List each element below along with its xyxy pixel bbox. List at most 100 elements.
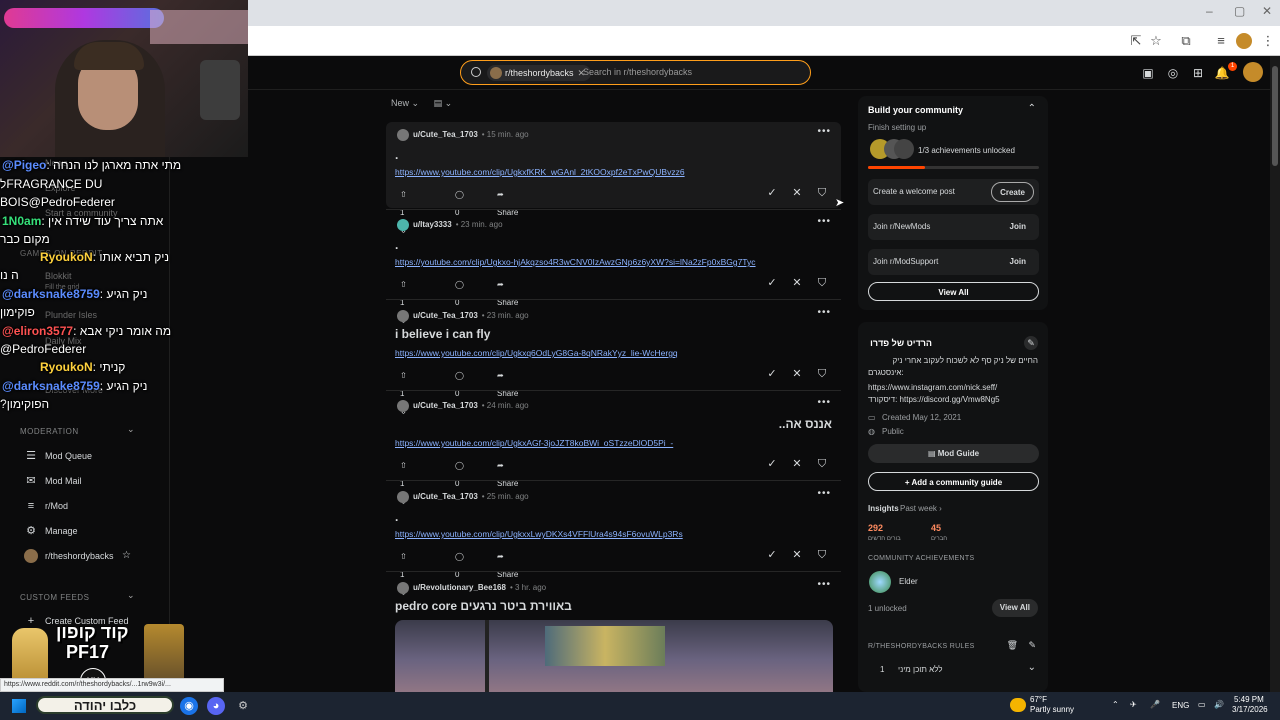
wifi-icon[interactable]: ▭ (1198, 700, 1206, 709)
sidebar-item-mod-queue[interactable]: ☰ Mod Queue (20, 445, 150, 467)
sidebar-item-mod-mail[interactable]: ✉ Mod Mail (20, 470, 150, 492)
upvote-button[interactable]: ⇧ 1 ⇩ (400, 457, 407, 506)
task-welcome-post[interactable]: Create a welcome post Create (868, 179, 1039, 205)
approve-icon[interactable]: ✓ (765, 186, 779, 199)
approve-icon[interactable]: ✓ (765, 276, 779, 289)
chat-icon[interactable]: ◎ (1165, 65, 1181, 81)
share-button[interactable]: ➦ Share (497, 186, 518, 217)
chevron-down-icon[interactable]: ⌄ (1028, 662, 1036, 673)
post-link[interactable]: https://www.youtube.com/clip/UgkxxLwyDKX… (395, 529, 683, 539)
reading-list-icon[interactable]: ≡ (1213, 33, 1229, 49)
advertise-icon[interactable]: ▣ (1140, 65, 1156, 81)
approve-icon[interactable]: ✓ (765, 457, 779, 470)
add-guide-button[interactable]: + Add a community guide (868, 472, 1039, 491)
post-author[interactable]: u/Cute_Tea_1703 • 23 min. ago (397, 309, 529, 323)
custom-feeds-section-label[interactable]: CUSTOM FEEDS (20, 593, 89, 602)
shield-icon[interactable]: ⛉ (815, 549, 829, 562)
remove-icon[interactable]: ✕ (790, 457, 804, 470)
post-card[interactable]: u/Cute_Tea_1703 • 24 min. ago ••• אננס אה… (386, 393, 841, 506)
comments-button[interactable]: ◯ 0 (455, 186, 464, 217)
post-link[interactable]: https://youtube.com/clip/Ugkxo-hjAkqzso4… (395, 257, 756, 267)
more-options-icon[interactable]: ••• (817, 397, 831, 408)
remove-icon[interactable]: ✕ (790, 276, 804, 289)
comments-button[interactable]: ◯ 0 (455, 548, 464, 579)
clock-date[interactable]: 3/17/2026 (1232, 705, 1268, 714)
sidebar-item-subreddit[interactable]: r/theshordybacks ☆ (20, 545, 150, 567)
remove-icon[interactable]: ✕ (790, 548, 804, 561)
post-title[interactable]: . (395, 148, 398, 162)
language-indicator[interactable]: ENG (1172, 701, 1189, 710)
shield-icon[interactable]: ⛉ (815, 458, 829, 471)
chevron-down-icon[interactable]: ⌄ (127, 590, 135, 601)
edit-icon[interactable]: ✎ (1024, 336, 1038, 350)
post-card[interactable]: u/Revolutionary_Bee168 • 3 hr. ago ••• pe… (386, 575, 841, 692)
upvote-button[interactable]: ⇧ 1 ⇩ (400, 276, 407, 325)
weather-desc[interactable]: Partly sunny (1030, 705, 1074, 714)
share-button[interactable]: ➦ Share (497, 457, 518, 488)
share-button[interactable]: ➦ Share (497, 367, 518, 398)
post-image[interactable] (395, 620, 833, 692)
comments-button[interactable]: ◯ 0 (455, 367, 464, 398)
post-card[interactable]: u/Cute_Tea_1703 • 23 min. ago ••• i belie… (386, 303, 841, 416)
view-toggle-icon[interactable]: ▤ ⌄ (434, 98, 453, 108)
more-options-icon[interactable]: ••• (817, 216, 831, 227)
share-button[interactable]: ➦ Share (497, 276, 518, 307)
scrollbar-thumb[interactable] (1272, 66, 1278, 166)
post-link[interactable]: https://www.youtube.com/clip/UgkxAGf-3jo… (395, 438, 673, 448)
view-all-button[interactable]: View All (868, 282, 1039, 301)
upvote-button[interactable]: ⇧ 1 ⇩ (400, 367, 407, 416)
post-card[interactable]: u/Cute_Tea_1703 • 15 min. ago ••• . https… (386, 122, 841, 235)
profile-avatar[interactable] (1236, 33, 1252, 49)
post-title[interactable]: i believe i can fly (395, 327, 490, 341)
post-link[interactable]: https://www.youtube.com/clip/UgkxfKRK_wG… (395, 167, 685, 177)
discord-link[interactable]: דיסקורד: https://discord.gg/Vmw8Ng5 (868, 395, 1000, 404)
shield-icon[interactable]: ⛉ (815, 368, 829, 381)
page-scrollbar[interactable] (1270, 56, 1280, 692)
close-window-icon[interactable]: ✕ (1262, 4, 1272, 18)
comments-button[interactable]: ◯ 0 (455, 457, 464, 488)
remove-icon[interactable]: ✕ (790, 186, 804, 199)
more-options-icon[interactable]: ••• (817, 307, 831, 318)
maximize-icon[interactable]: ▢ (1234, 4, 1245, 18)
approve-icon[interactable]: ✓ (765, 548, 779, 561)
windows-start-icon[interactable] (12, 699, 26, 713)
post-title[interactable]: pedro core באווירת ביטר נרגעים (395, 599, 572, 613)
approve-icon[interactable]: ✓ (765, 367, 779, 380)
post-author[interactable]: u/Cute_Tea_1703 • 25 min. ago (397, 490, 529, 504)
tray-overflow-icon[interactable]: ⌃ (1112, 700, 1119, 709)
post-title[interactable]: . (395, 510, 398, 524)
post-title[interactable]: . (395, 238, 398, 252)
more-options-icon[interactable]: ••• (817, 126, 831, 137)
instagram-link[interactable]: https://www.instagram.com/nick.seff/ (868, 383, 997, 392)
mic-icon[interactable]: 🎤 (1150, 700, 1160, 709)
create-post-icon[interactable]: ⊞ (1190, 65, 1206, 81)
chevron-up-icon[interactable]: ⌄ (127, 424, 135, 435)
sort-dropdown[interactable]: New ⌄ (391, 98, 419, 108)
remove-icon[interactable]: ✕ (790, 367, 804, 380)
sidebar-item-manage[interactable]: ⚙ Manage (20, 520, 150, 542)
weather-temp[interactable]: 67°F (1030, 695, 1047, 704)
sidebar-item-r-mod[interactable]: ≡ r/Mod (20, 495, 150, 517)
create-button[interactable]: Create (991, 182, 1034, 202)
join-button[interactable]: Join (1002, 217, 1034, 237)
post-author[interactable]: u/Itay3333 • 23 min. ago (397, 218, 503, 232)
post-card[interactable]: u/Itay3333 • 23 min. ago ••• . https://yo… (386, 212, 841, 325)
task-join-newmods[interactable]: Join r/NewMods Join (868, 214, 1039, 240)
settings-icon[interactable]: ⚙ (234, 697, 252, 715)
moderation-section-label[interactable]: MODERATION (20, 427, 79, 436)
more-options-icon[interactable]: ••• (817, 579, 831, 590)
task-join-modsupport[interactable]: Join r/ModSupport Join (868, 249, 1039, 275)
edit-rules-icon[interactable]: ✎ (1028, 640, 1036, 651)
cast-icon[interactable]: ⇱ (1128, 33, 1144, 49)
search-bar[interactable]: r/theshordybacks ✕ Search in r/theshordyb… (460, 60, 811, 85)
more-options-icon[interactable]: ••• (817, 488, 831, 499)
star-icon[interactable]: ☆ (122, 545, 131, 567)
collapse-icon[interactable]: ⌃ (1028, 103, 1036, 114)
chrome-icon[interactable]: ◉ (180, 697, 198, 715)
volume-icon[interactable]: 🔊 (1214, 700, 1224, 709)
insights-period[interactable]: Past week › (900, 504, 942, 513)
trash-icon[interactable]: 🗑 (1007, 640, 1018, 651)
post-author[interactable]: u/Revolutionary_Bee168 • 3 hr. ago (397, 581, 546, 595)
browser-menu-icon[interactable]: ⋮ (1260, 33, 1276, 49)
user-avatar[interactable] (1243, 62, 1263, 82)
